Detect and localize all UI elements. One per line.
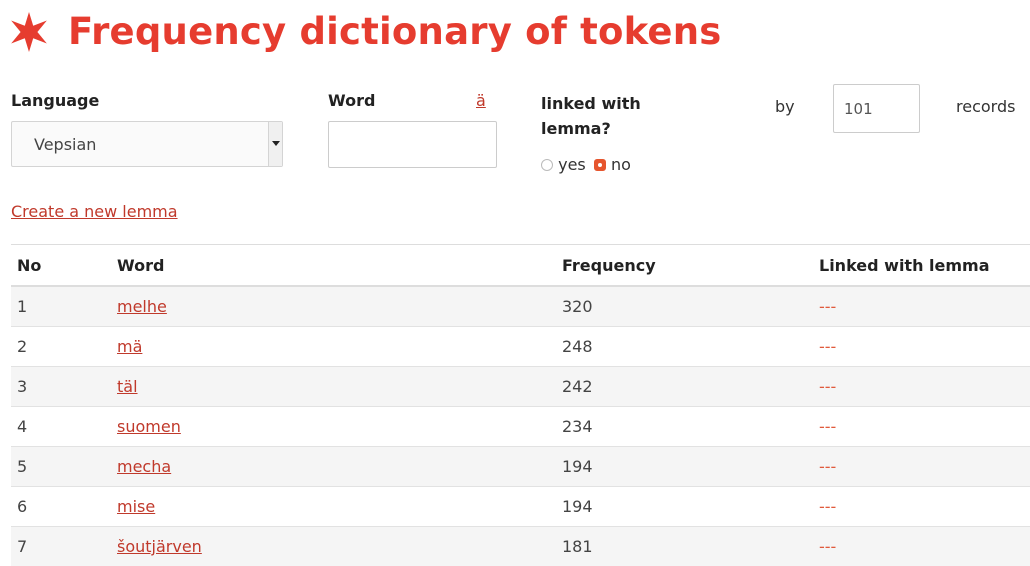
word-link[interactable]: mecha — [117, 457, 171, 476]
dropdown-arrow-icon[interactable] — [268, 122, 282, 166]
word-input[interactable] — [328, 121, 497, 168]
asterisk-star-icon — [8, 11, 50, 53]
create-lemma-link[interactable]: Create a new lemma — [11, 202, 178, 221]
column-header-no[interactable]: No — [11, 245, 111, 287]
word-label: Word — [328, 91, 375, 110]
word-link[interactable]: suomen — [117, 417, 181, 436]
linked-label-line-1: linked with — [541, 91, 641, 116]
linked-with-lemma-label: linked with lemma? — [541, 91, 641, 141]
row-frequency: 248 — [556, 327, 813, 367]
language-select-value: Vepsian — [34, 135, 96, 154]
table-row: 4 suomen 234 --- — [11, 407, 1030, 447]
row-frequency: 242 — [556, 367, 813, 407]
table-row: 2 mä 248 --- — [11, 327, 1030, 367]
page-title-block: Frequency dictionary of tokens — [8, 10, 721, 53]
row-frequency: 194 — [556, 487, 813, 527]
row-number: 6 — [11, 487, 111, 527]
row-linked: --- — [813, 447, 1030, 487]
frequency-table: No Word Frequency Linked with lemma 1 me… — [11, 244, 1030, 566]
row-number: 5 — [11, 447, 111, 487]
row-frequency: 181 — [556, 527, 813, 566]
row-number: 4 — [11, 407, 111, 447]
records-input-value: 101 — [844, 100, 873, 118]
row-frequency: 194 — [556, 447, 813, 487]
row-frequency: 320 — [556, 286, 813, 327]
row-linked: --- — [813, 286, 1030, 327]
language-label: Language — [11, 91, 99, 110]
records-label: records — [956, 97, 1015, 116]
radio-yes[interactable] — [541, 159, 553, 171]
table-header-row: No Word Frequency Linked with lemma — [11, 245, 1030, 287]
radio-yes-label[interactable]: yes — [558, 155, 586, 174]
word-link[interactable]: täl — [117, 377, 138, 396]
column-header-frequency[interactable]: Frequency — [556, 245, 813, 287]
row-linked: --- — [813, 487, 1030, 527]
by-label: by — [775, 97, 795, 116]
table-row: 7 šoutjärven 181 --- — [11, 527, 1030, 566]
row-number: 7 — [11, 527, 111, 566]
language-select[interactable]: Vepsian — [11, 121, 283, 167]
table-row: 3 täl 242 --- — [11, 367, 1030, 407]
row-number: 1 — [11, 286, 111, 327]
word-link[interactable]: mä — [117, 337, 142, 356]
row-number: 3 — [11, 367, 111, 407]
row-number: 2 — [11, 327, 111, 367]
linked-radio-group: yes no — [541, 155, 631, 174]
table-row: 6 mise 194 --- — [11, 487, 1030, 527]
page-title: Frequency dictionary of tokens — [68, 10, 721, 53]
row-linked: --- — [813, 327, 1030, 367]
table-row: 5 mecha 194 --- — [11, 447, 1030, 487]
radio-no[interactable] — [594, 159, 606, 171]
table-row: 1 melhe 320 --- — [11, 286, 1030, 327]
special-char-link[interactable]: ä — [476, 91, 486, 110]
row-linked: --- — [813, 407, 1030, 447]
row-frequency: 234 — [556, 407, 813, 447]
row-linked: --- — [813, 527, 1030, 566]
radio-no-label[interactable]: no — [611, 155, 631, 174]
word-link[interactable]: šoutjärven — [117, 537, 202, 556]
word-link[interactable]: mise — [117, 497, 155, 516]
linked-label-line-2: lemma? — [541, 116, 641, 141]
records-input[interactable]: 101 — [833, 84, 920, 133]
row-linked: --- — [813, 367, 1030, 407]
word-link[interactable]: melhe — [117, 297, 167, 316]
column-header-linked[interactable]: Linked with lemma — [813, 245, 1030, 287]
column-header-word[interactable]: Word — [111, 245, 556, 287]
